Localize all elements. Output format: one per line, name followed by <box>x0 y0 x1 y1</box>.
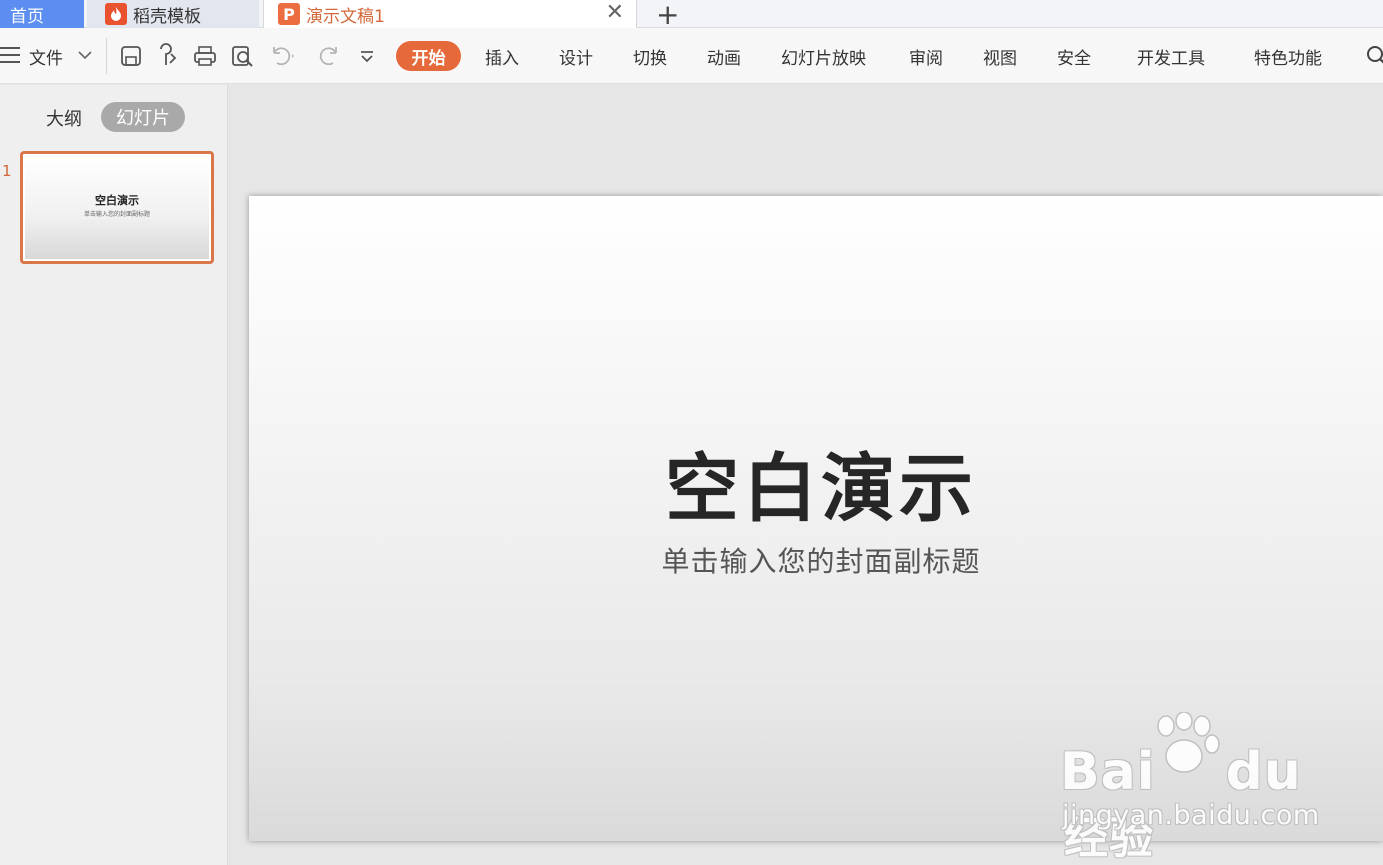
menu-developer-tools[interactable]: 开发工具 <box>1137 41 1205 71</box>
tab-outline[interactable]: 大纲 <box>46 105 82 131</box>
tab-bar: 首页 稻壳模板 P 演示文稿1 ✕ + <box>0 0 1383 31</box>
slide-subtitle[interactable]: 单击输入您的封面副标题 <box>249 540 1383 580</box>
menu-start[interactable]: 开始 <box>396 41 461 71</box>
menu-special-features[interactable]: 特色功能 <box>1254 41 1322 71</box>
thumbnail-subtitle: 单击输入您的封面副标题 <box>83 211 150 218</box>
presentation-file-icon: P <box>278 3 300 25</box>
tab-templates[interactable]: 稻壳模板 <box>87 0 259 28</box>
tab-home[interactable]: 首页 <box>0 0 84 28</box>
menu-animation[interactable]: 动画 <box>707 41 741 71</box>
file-menu[interactable]: 文件 <box>29 41 63 71</box>
menu-bar: 文件 开始 插入 设计 切换 动画 幻灯片放映 审阅 视图 安全 开发工具 特色… <box>0 28 1383 84</box>
close-tab-icon[interactable]: ✕ <box>606 2 624 24</box>
menu-view[interactable]: 视图 <box>983 41 1017 71</box>
redo-icon[interactable] <box>316 43 342 69</box>
baidu-jingyan-watermark: Bai du经验 jingyan.baidu.com <box>1060 712 1320 864</box>
quick-access-dropdown-icon[interactable] <box>354 43 380 69</box>
menu-security[interactable]: 安全 <box>1057 41 1091 71</box>
watermark-url: jingyan.baidu.com <box>1062 800 1320 831</box>
thumbnail-title: 空白演示 <box>95 194 139 207</box>
tab-document-label: 演示文稿1 <box>306 6 385 27</box>
toolbar-divider <box>106 38 107 74</box>
format-painter-icon[interactable] <box>155 43 181 69</box>
slide-title[interactable]: 空白演示 <box>249 429 1383 536</box>
menu-design[interactable]: 设计 <box>559 41 593 71</box>
print-preview-icon[interactable] <box>229 43 255 69</box>
hamburger-menu-icon[interactable] <box>0 47 20 65</box>
menu-transition[interactable]: 切换 <box>633 41 667 71</box>
slide-panel: 大纲 幻灯片 1 空白演示 单击输入您的封面副标题 <box>0 85 228 865</box>
tab-slides[interactable]: 幻灯片 <box>101 102 185 132</box>
slide-thumbnail[interactable]: 空白演示 单击输入您的封面副标题 <box>20 151 214 264</box>
new-tab-plus-icon[interactable]: + <box>656 0 679 31</box>
slide-number: 1 <box>2 162 12 180</box>
save-icon[interactable] <box>118 43 144 69</box>
tab-home-label: 首页 <box>10 6 44 27</box>
tab-document[interactable]: P 演示文稿1 ✕ <box>263 0 637 28</box>
print-icon[interactable] <box>192 43 218 69</box>
chevron-down-icon[interactable] <box>76 46 94 64</box>
docer-flame-icon <box>105 3 127 25</box>
search-icon[interactable] <box>1364 43 1383 69</box>
menu-slideshow[interactable]: 幻灯片放映 <box>781 41 866 71</box>
menu-review[interactable]: 审阅 <box>909 41 943 71</box>
undo-icon[interactable] <box>268 43 294 69</box>
tab-templates-label: 稻壳模板 <box>133 6 201 27</box>
menu-insert[interactable]: 插入 <box>485 41 519 71</box>
slide-thumbnail-canvas: 空白演示 单击输入您的封面副标题 <box>25 156 209 259</box>
